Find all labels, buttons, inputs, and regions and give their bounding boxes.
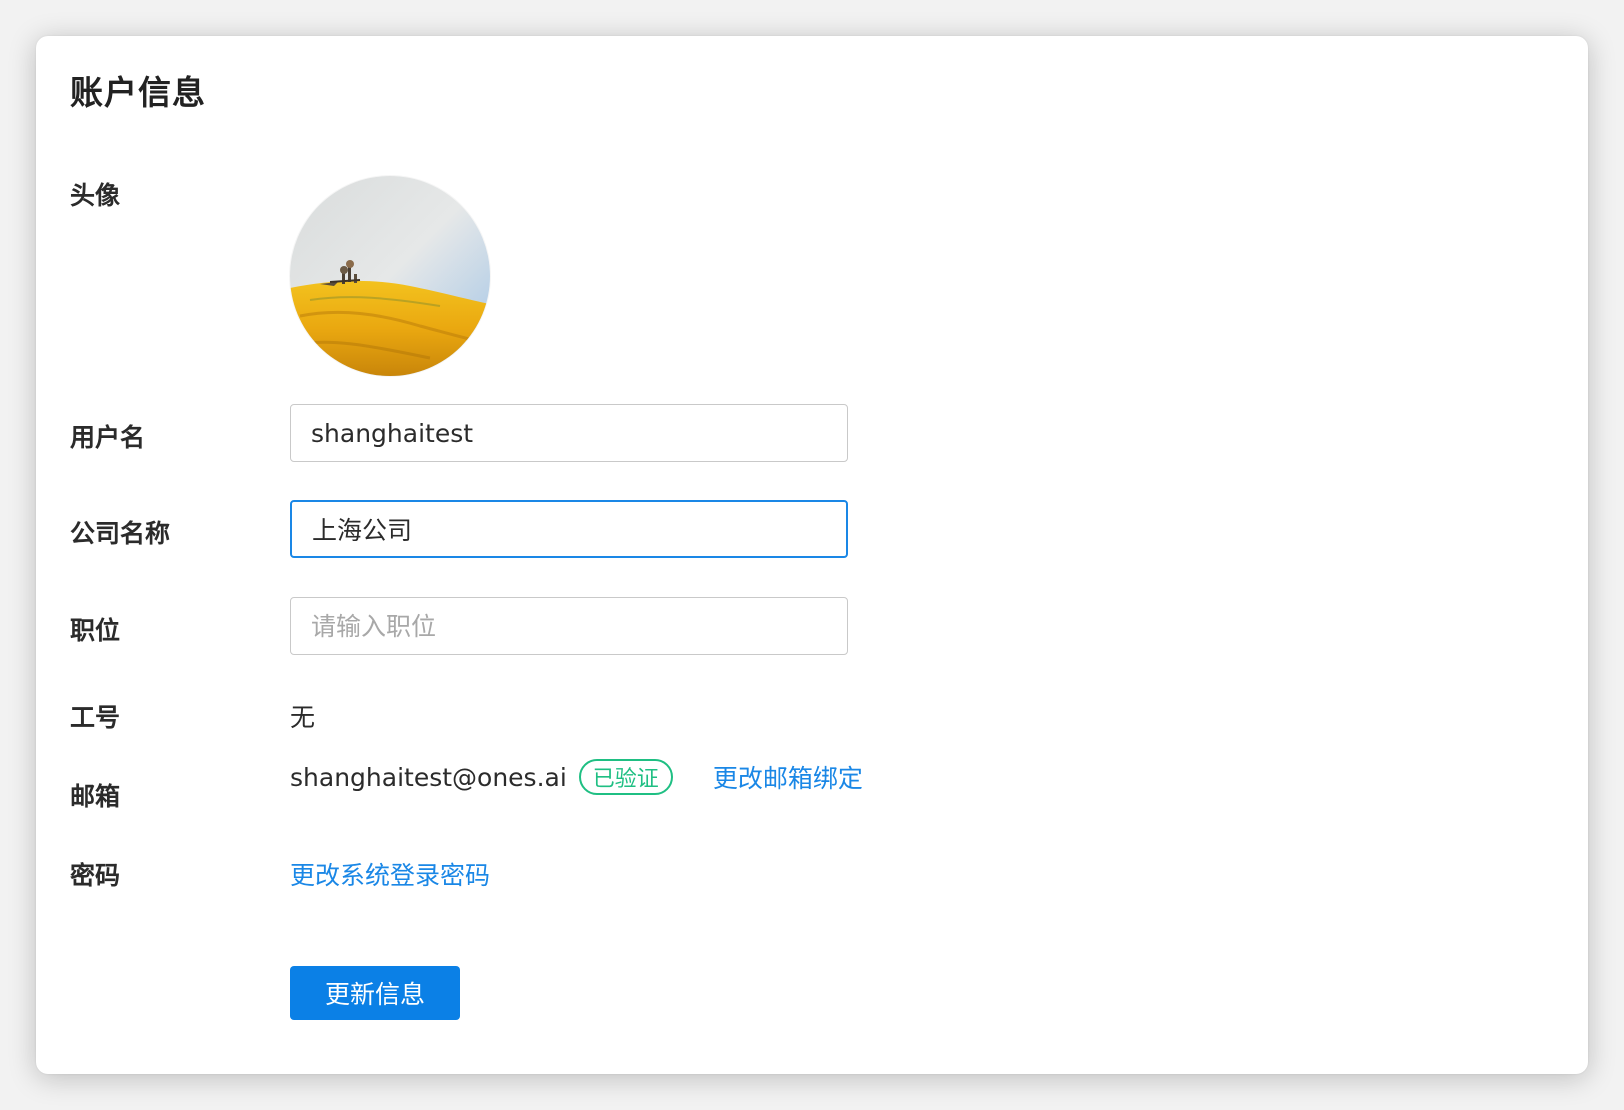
change-password-link[interactable]: 更改系统登录密码	[290, 856, 490, 892]
position-field[interactable]	[290, 597, 848, 655]
verified-badge: 已验证	[578, 759, 673, 795]
company-label: 公司名称	[70, 519, 171, 548]
username-field[interactable]	[290, 404, 848, 462]
avatar-image	[290, 176, 490, 376]
avatar-label: 头像	[70, 181, 121, 210]
employee-id-label: 工号	[70, 703, 121, 732]
employee-id-value: 无	[290, 703, 316, 732]
avatar[interactable]	[290, 176, 490, 376]
account-info-card: 账户信息 头像 用户名 shanghaitest 公司名称 上海公司 职位 请输…	[36, 36, 1588, 1074]
change-email-link[interactable]: 更改邮箱绑定	[713, 759, 863, 795]
update-info-button[interactable]: 更新信息	[290, 966, 460, 1020]
username-label: 用户名	[70, 423, 146, 452]
page-title: 账户信息	[70, 73, 206, 112]
password-label: 密码	[70, 861, 121, 890]
position-label: 职位	[70, 616, 121, 645]
email-row: shanghaitest@ones.ai 已验证 更改邮箱绑定	[290, 756, 863, 798]
company-name-field[interactable]	[290, 500, 848, 558]
email-value: shanghaitest@ones.ai	[290, 762, 567, 792]
email-label: 邮箱	[70, 782, 121, 811]
